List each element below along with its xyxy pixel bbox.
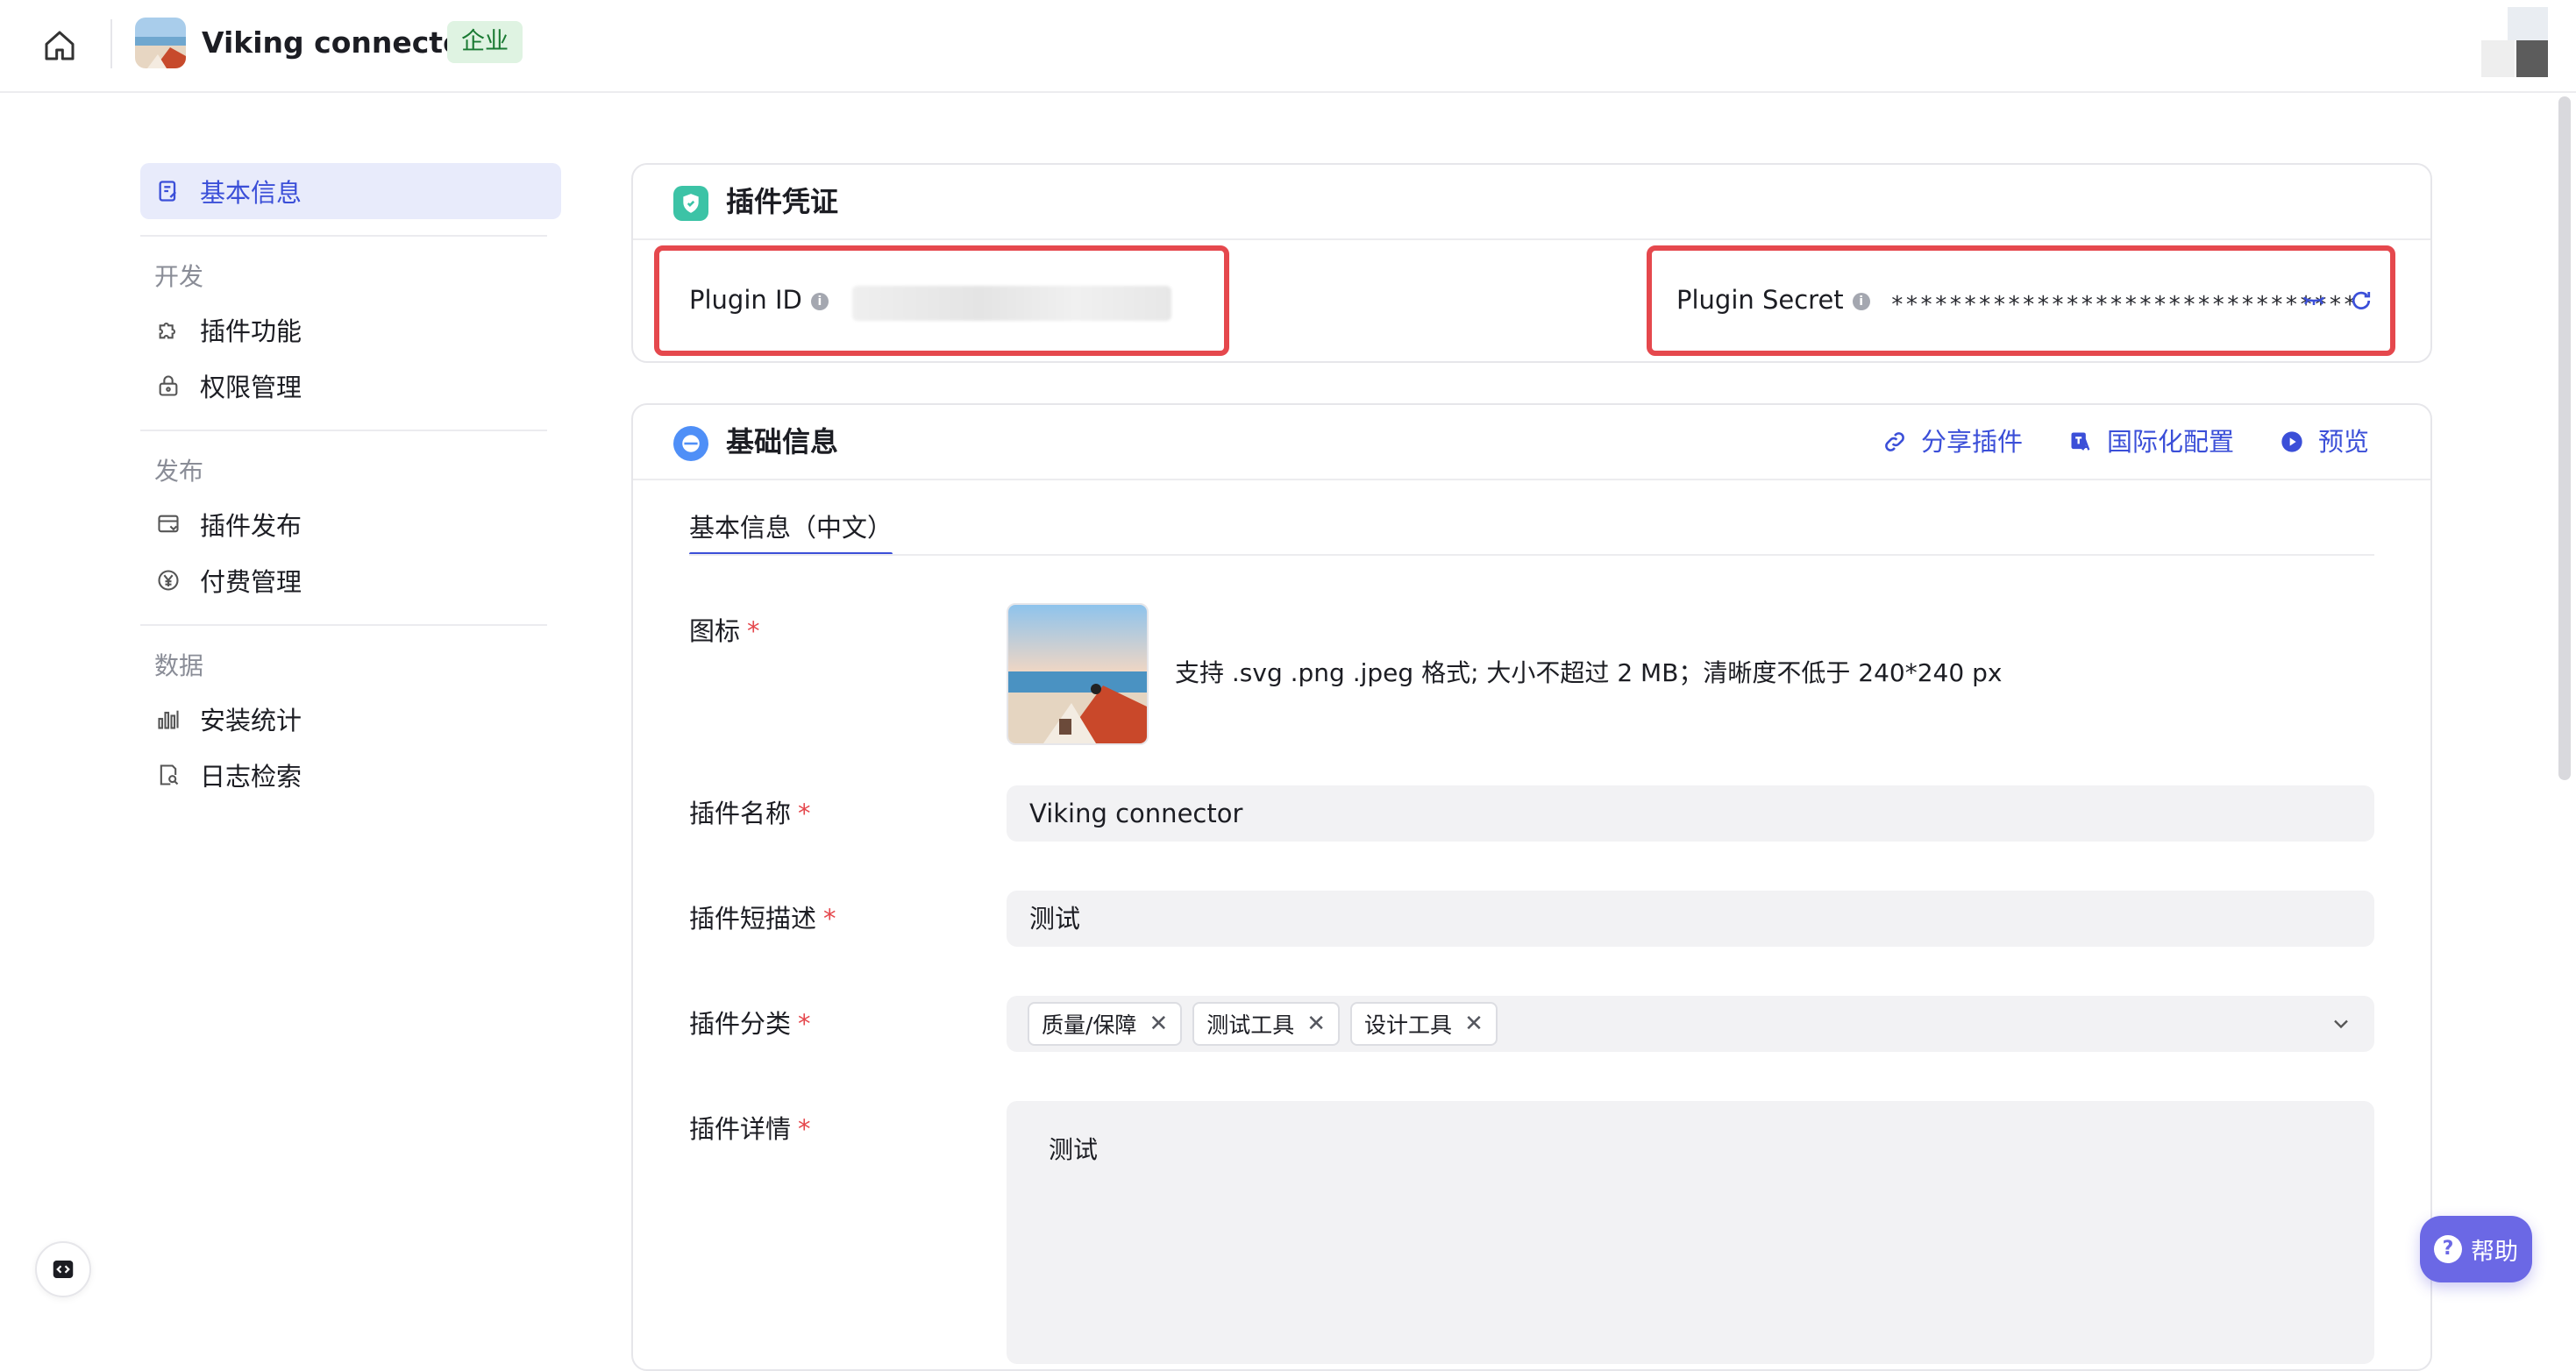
category-tag: 质量/保障 ✕ <box>1028 1002 1183 1046</box>
code-embed-icon[interactable] <box>35 1241 91 1297</box>
enterprise-badge: 企业 <box>447 21 523 63</box>
i18n-config-button[interactable]: 国际化配置 <box>2067 421 2234 463</box>
short-desc-input[interactable]: 测试 <box>1007 891 2374 947</box>
sidebar-item-plugin-publish[interactable]: 插件发布 <box>140 496 561 552</box>
card-title: 插件凭证 <box>726 185 839 218</box>
plugin-icon-upload[interactable] <box>1007 603 1149 745</box>
preview-button[interactable]: 预览 <box>2278 421 2369 463</box>
info-icon[interactable]: i <box>810 293 829 310</box>
category-label-text: 插件分类 <box>689 1009 792 1039</box>
close-icon[interactable]: ✕ <box>1464 1011 1484 1037</box>
sidebar-group-publish: 发布 <box>154 457 204 486</box>
plugin-name-input[interactable]: Viking connector <box>1007 785 2374 842</box>
divider <box>140 430 547 431</box>
category-label: 插件分类 * <box>689 1009 811 1039</box>
yen-icon <box>154 566 182 594</box>
plugin-avatar <box>135 18 186 68</box>
translate-icon <box>2067 428 2095 456</box>
tag-label: 测试工具 <box>1206 1012 1295 1038</box>
sidebar-item-label: 日志检索 <box>200 762 302 792</box>
card-actions: 分享插件 国际化配置 预览 <box>1881 421 2369 463</box>
short-desc-label: 插件短描述 * <box>689 904 836 934</box>
sidebar-item-log-search[interactable]: 日志检索 <box>140 747 561 803</box>
preview-label: 预览 <box>2317 427 2369 457</box>
chevron-down-icon[interactable] <box>2329 1012 2353 1040</box>
divider <box>140 624 547 626</box>
tab-basic-info-zh[interactable]: 基本信息（中文） <box>689 508 893 547</box>
user-avatar[interactable] <box>2481 7 2551 77</box>
link-icon <box>1881 428 1909 456</box>
info-circle-icon <box>673 426 708 461</box>
category-tag: 设计工具 ✕ <box>1350 1002 1498 1046</box>
sidebar-item-payment[interactable]: 付费管理 <box>140 552 561 608</box>
icon-label-text: 图标 <box>689 616 741 646</box>
sidebar: 基本信息 开发 插件功能 权限管理 发布 插件发布 付费管理 数据 安装统计 日… <box>140 163 561 803</box>
help-label: 帮助 <box>2471 1238 2518 1266</box>
edit-doc-icon <box>154 177 182 205</box>
help-button[interactable]: ? 帮助 <box>2420 1216 2532 1282</box>
refresh-icon[interactable] <box>2348 288 2376 316</box>
info-icon[interactable]: i <box>1852 293 1870 310</box>
play-icon <box>2278 428 2306 456</box>
short-desc-label-text: 插件短描述 <box>689 904 817 934</box>
basic-info-card: 基础信息 分享插件 国际化配置 预览 基本信息（中文） 图标 * 支持 .svg… <box>631 403 2432 1371</box>
detail-textarea[interactable]: 测试 <box>1007 1101 2374 1364</box>
bar-chart-icon <box>154 705 182 733</box>
sidebar-item-label: 插件功能 <box>200 316 302 346</box>
i18n-config-label: 国际化配置 <box>2106 427 2234 457</box>
plugin-secret-label: Plugin Secret i <box>1676 282 1870 317</box>
sidebar-item-install-stats[interactable]: 安装统计 <box>140 691 561 747</box>
detail-label-text: 插件详情 <box>689 1114 792 1144</box>
question-icon: ? <box>2434 1235 2462 1263</box>
close-icon[interactable]: ✕ <box>1149 1011 1168 1037</box>
plugin-name-label-text: 插件名称 <box>689 799 792 828</box>
card-title: 基础信息 <box>726 425 839 458</box>
sidebar-group-data: 数据 <box>154 651 204 680</box>
home-icon[interactable] <box>39 25 81 67</box>
icon-field-label: 图标 * <box>689 616 760 646</box>
sidebar-item-plugin-functions[interactable]: 插件功能 <box>140 302 561 358</box>
plugin-title: Viking connector <box>202 25 478 60</box>
credentials-card: 插件凭证 Plugin ID i Plugin Secret i *********… <box>631 163 2432 363</box>
share-plugin-button[interactable]: 分享插件 <box>1881 421 2023 463</box>
plugin-id-label: Plugin ID i <box>689 282 829 317</box>
sidebar-item-label: 付费管理 <box>200 567 302 597</box>
scrollbar[interactable] <box>2558 96 2571 780</box>
tag-label: 设计工具 <box>1364 1012 1453 1038</box>
share-plugin-label: 分享插件 <box>1920 427 2023 457</box>
category-multi-select[interactable]: 质量/保障 ✕ 测试工具 ✕ 设计工具 ✕ <box>1007 996 2374 1052</box>
divider <box>110 19 112 68</box>
divider <box>140 235 547 237</box>
icon-upload-hint: 支持 .svg .png .jpeg 格式; 大小不超过 2 MB；清晰度不低于… <box>1175 658 2003 687</box>
sidebar-item-label: 插件发布 <box>200 511 302 541</box>
sidebar-item-basic-info[interactable]: 基本信息 <box>140 163 561 219</box>
plugin-id-value-blurred <box>852 286 1171 321</box>
plugin-name-label: 插件名称 * <box>689 799 811 828</box>
eye-closed-icon[interactable] <box>2301 288 2329 316</box>
shield-icon <box>673 186 708 221</box>
plugin-secret-value: ******************************** <box>1890 292 2358 318</box>
sidebar-item-label: 基本信息 <box>200 178 302 208</box>
sidebar-item-permissions[interactable]: 权限管理 <box>140 358 561 414</box>
plugin-secret-text: Plugin Secret <box>1676 285 1844 315</box>
plugin-id-text: Plugin ID <box>689 285 802 315</box>
top-bar: Viking connector 企业 <box>0 0 2576 93</box>
sidebar-item-label: 安装统计 <box>200 706 302 735</box>
lock-icon <box>154 372 182 400</box>
sidebar-item-label: 权限管理 <box>200 373 302 402</box>
close-icon[interactable]: ✕ <box>1306 1011 1326 1037</box>
card-header: 插件凭证 <box>633 165 2430 240</box>
detail-label: 插件详情 * <box>689 1114 811 1144</box>
log-search-icon <box>154 761 182 789</box>
card-header: 基础信息 分享插件 国际化配置 预览 <box>633 405 2430 480</box>
divider <box>689 554 2374 556</box>
puzzle-icon <box>154 316 182 344</box>
category-tag: 测试工具 ✕ <box>1192 1002 1341 1046</box>
publish-icon <box>154 510 182 538</box>
sidebar-group-develop: 开发 <box>154 262 204 291</box>
tag-label: 质量/保障 <box>1042 1012 1137 1038</box>
